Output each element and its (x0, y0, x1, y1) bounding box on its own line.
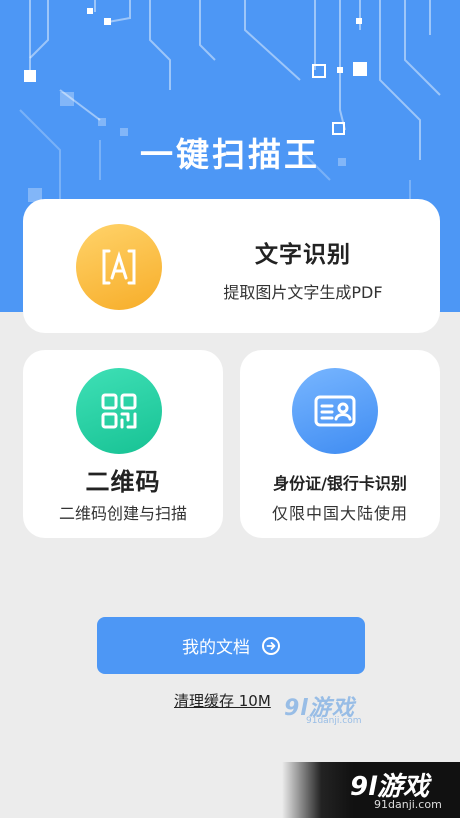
idcard-subtitle: 仅限中国大陆使用 (271, 504, 408, 523)
watermark-logo: 9l游戏 91danji.com (284, 690, 361, 726)
app-title: 一键扫描王 (140, 135, 320, 174)
arrow-right-icon (262, 636, 280, 655)
ocr-title: 文字识别 (255, 242, 351, 268)
ocr-scan-icon (76, 224, 162, 310)
corner-watermark-url: 91danji.com (374, 798, 442, 811)
ocr-feature-card[interactable]: 文字识别 提取图片文字生成PDF (23, 199, 440, 333)
qrcode-icon (76, 368, 162, 454)
clear-cache-link[interactable]: 清理缓存 10M (174, 690, 271, 711)
my-documents-label: 我的文档 (182, 638, 250, 658)
idcard-title: 身份证/银行卡识别 (273, 474, 407, 493)
ocr-subtitle: 提取图片文字生成PDF (223, 283, 383, 302)
idcard-feature-card[interactable]: 身份证/银行卡识别 仅限中国大陆使用 (240, 350, 440, 538)
qrcode-feature-card[interactable]: 二维码 二维码创建与扫描 (23, 350, 223, 538)
qrcode-subtitle: 二维码创建与扫描 (58, 504, 187, 523)
corner-watermark: 9l游戏 91danji.com (282, 762, 460, 818)
my-documents-button[interactable]: 我的文档 (97, 617, 365, 674)
id-card-icon (292, 368, 378, 454)
watermark-url: 91danji.com (306, 716, 362, 726)
qrcode-title: 二维码 (85, 468, 161, 496)
